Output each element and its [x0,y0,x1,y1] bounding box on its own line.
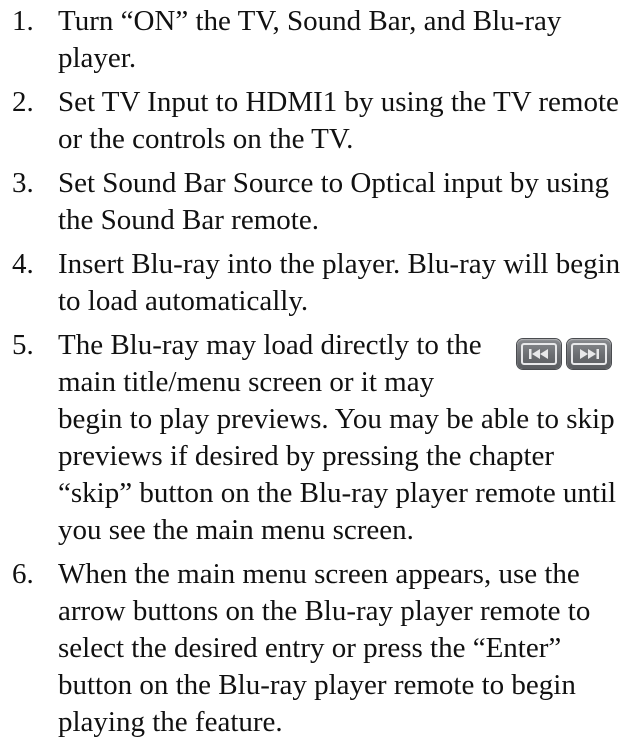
step-text: Set TV Input to HDMI1 by using the TV re… [58,86,619,155]
step-2: 2. Set TV Input to HDMI1 by using the TV… [0,84,633,158]
step-text: When the main menu screen appears, use t… [58,558,591,738]
step-number: 1. [12,5,34,37]
step-number: 3. [12,167,34,199]
instruction-list: 1. Turn “ON” the TV, Sound Bar, and Blu-… [0,0,633,741]
skip-next-icon [567,339,611,369]
skip-previous-icon [517,339,561,369]
step-number: 2. [12,86,34,118]
step-1: 1. Turn “ON” the TV, Sound Bar, and Blu-… [0,3,633,77]
step-text: Set Sound Bar Source to Optical input by… [58,167,609,236]
step-text: Turn “ON” the TV, Sound Bar, and Blu-ray… [58,5,562,74]
step-number: 5. [12,329,34,361]
step-number: 4. [12,248,34,280]
skip-buttons-image [505,333,623,375]
step-6: 6. When the main menu screen appears, us… [0,556,633,741]
step-number: 6. [12,558,34,590]
step-3: 3. Set Sound Bar Source to Optical input… [0,165,633,239]
step-5: 5. The Blu-ray may load directly to the … [0,327,633,549]
step-text: Insert Blu-ray into the player. Blu-ray … [58,248,621,317]
step-4: 4. Insert Blu-ray into the player. Blu-r… [0,246,633,320]
